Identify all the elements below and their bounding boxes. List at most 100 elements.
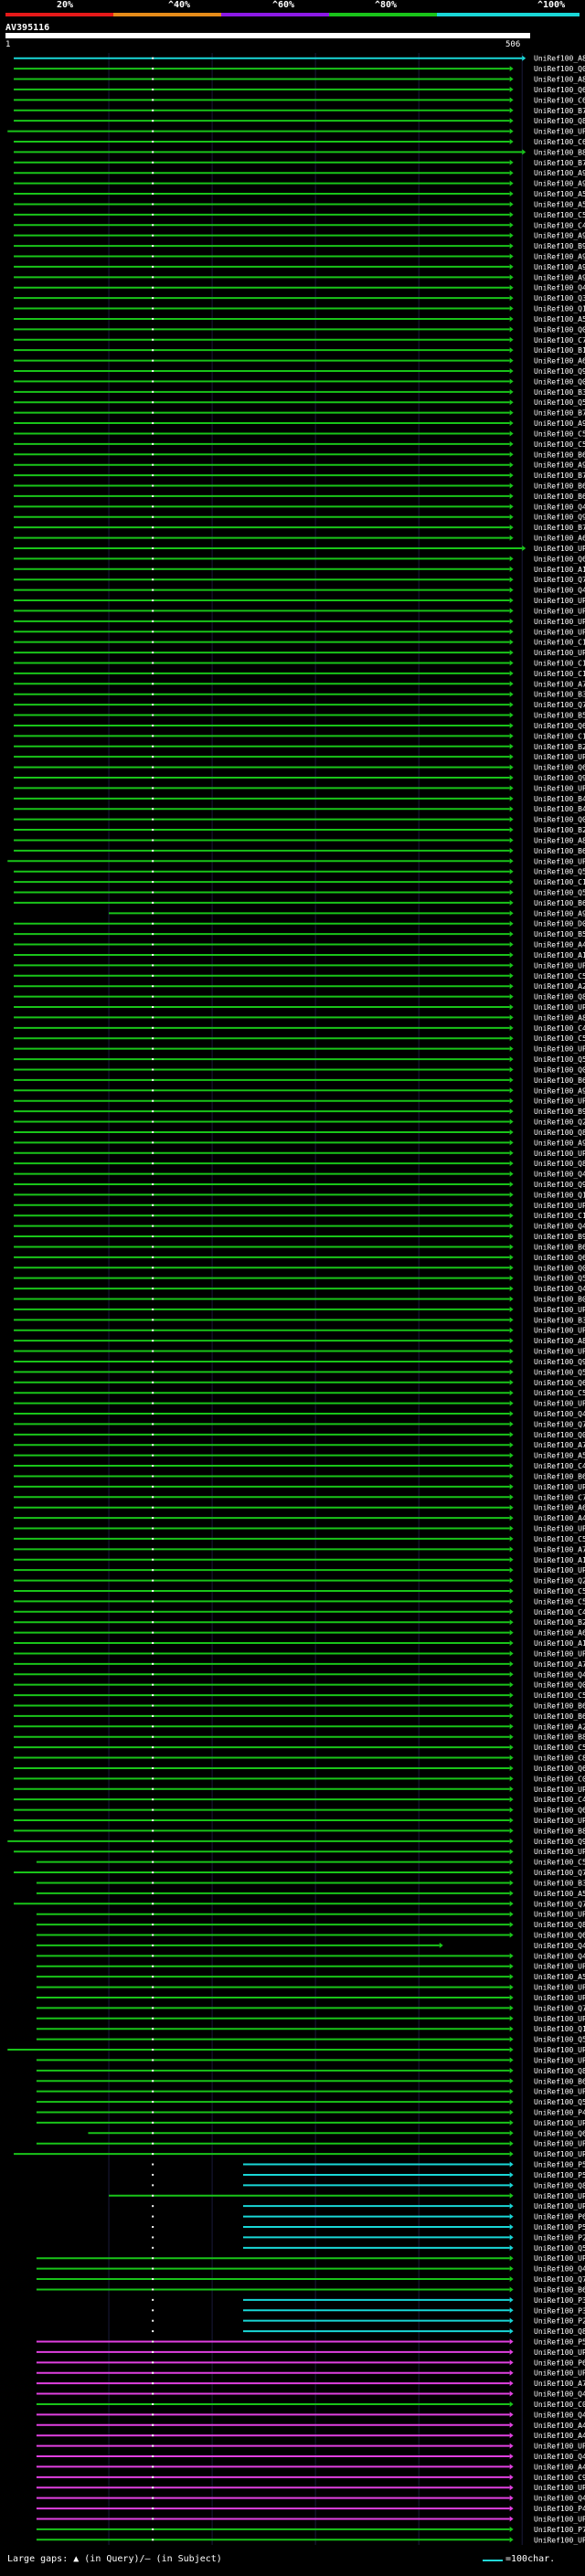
hit-label[interactable]: UniRef100_B6KD59: [534, 2285, 585, 2294]
hit-label[interactable]: UniRef100_Q5KIG4: [534, 1275, 585, 1283]
hit-label[interactable]: UniRef100_A9S9P0: [534, 1139, 585, 1147]
hit-label[interactable]: UniRef100_B6CTY4: [534, 1243, 585, 1251]
hit-label[interactable]: UniRef100_Q5BDK9: [534, 2036, 585, 2044]
hit-label[interactable]: UniRef100_C5JW65: [534, 1744, 585, 1752]
hit-label[interactable]: UniRef100_UP1000...: [534, 1202, 585, 1210]
hit-label[interactable]: UniRef100_Q9LJW5: [534, 514, 585, 522]
hit-label[interactable]: UniRef100_A6N9Z0: [534, 535, 585, 543]
hit-label[interactable]: UniRef100_UP1000...: [534, 1994, 585, 2002]
hit-label[interactable]: UniRef100_B7F573: [534, 409, 585, 418]
hit-label[interactable]: UniRef100_Q0PYQ1: [534, 1431, 585, 1439]
hit-label[interactable]: UniRef100_A9P8M2: [534, 169, 585, 177]
hit-label[interactable]: UniRef100_UP1000...: [534, 1306, 585, 1314]
hit-label[interactable]: UniRef100_A7TH55: [534, 1660, 585, 1669]
hit-label[interactable]: UniRef100_C8V9U8: [534, 1754, 585, 1763]
hit-label[interactable]: UniRef100_Q7RTT2: [534, 2004, 585, 2012]
hit-label[interactable]: UniRef100_UP1000...: [534, 2015, 585, 2023]
hit-label[interactable]: UniRef100_Q5BGN7: [534, 889, 585, 897]
hit-label[interactable]: UniRef100_UP1000...: [534, 618, 585, 626]
hit-label[interactable]: UniRef100_A4HWT3: [534, 2463, 585, 2471]
hit-label[interactable]: UniRef100_UP1000...: [534, 2254, 585, 2263]
hit-label[interactable]: UniRef100_Q6BHS8: [534, 1765, 585, 1773]
hit-label[interactable]: UniRef100_A5E4R0: [534, 1890, 585, 1898]
hit-label[interactable]: UniRef100_Q0KH21: [534, 65, 585, 73]
hit-label[interactable]: UniRef100_A8MVX4: [534, 55, 585, 63]
hit-label[interactable]: UniRef100_B7FGN8: [534, 107, 585, 115]
hit-label[interactable]: UniRef100_UP1000...: [534, 784, 585, 792]
hit-label[interactable]: UniRef100_Q5KF17: [534, 868, 585, 876]
hit-label[interactable]: UniRef100_A7RJZ5: [534, 680, 585, 688]
hit-label[interactable]: UniRef100_Q4D1T6: [534, 2453, 585, 2461]
hit-label[interactable]: UniRef100_Q96951: [534, 774, 585, 782]
hit-label[interactable]: UniRef100_A9YB10: [534, 232, 585, 240]
hit-label[interactable]: UniRef100_P22277: [534, 2233, 585, 2242]
hit-label[interactable]: UniRef100_B8LK12: [534, 148, 585, 156]
hit-label[interactable]: UniRef100_C4JZ64: [534, 1608, 585, 1617]
hit-label[interactable]: UniRef100_C5DK25: [534, 972, 585, 981]
hit-label[interactable]: UniRef100_Q6DFV8: [534, 722, 585, 730]
hit-label[interactable]: UniRef100_UP1000...: [534, 2192, 585, 2200]
hit-label[interactable]: UniRef100_Q8WYN9: [534, 1921, 585, 1929]
hit-label[interactable]: UniRef100_B6T7T6: [534, 2077, 585, 2085]
hit-label[interactable]: UniRef100_UP1000...: [534, 128, 585, 136]
hit-label[interactable]: UniRef100_Q2PAX4: [534, 1118, 585, 1127]
hit-label[interactable]: UniRef100_B6SIL9: [534, 451, 585, 459]
hit-label[interactable]: UniRef100_A6ZQ62: [534, 1504, 585, 1512]
hit-label[interactable]: UniRef100_C5ZIY6: [534, 440, 585, 449]
hit-label[interactable]: UniRef100_UP1000...: [534, 628, 585, 636]
hit-label[interactable]: UniRef100_UP1000...: [534, 1327, 585, 1335]
hit-label[interactable]: UniRef100_Q1RD88: [534, 305, 585, 313]
hit-label[interactable]: UniRef100_Q769J5: [534, 1420, 585, 1428]
hit-label[interactable]: UniRef100_C0P837: [534, 2401, 585, 2409]
hit-label[interactable]: UniRef100_Q4Q2I6: [534, 2495, 585, 2503]
hit-label[interactable]: UniRef100_B6HN33: [534, 1472, 585, 1480]
hit-label[interactable]: UniRef100_C1E561: [534, 639, 585, 647]
hit-label[interactable]: UniRef100_A8MXC8: [534, 76, 585, 84]
hit-label[interactable]: UniRef100_B5DF34: [534, 930, 585, 938]
hit-label[interactable]: UniRef100_C5S4F2: [534, 1691, 585, 1700]
hit-label[interactable]: UniRef100_A4IC54: [534, 2422, 585, 2430]
hit-label[interactable]: UniRef100_Q59963: [534, 2098, 585, 2106]
hit-label[interactable]: UniRef100_A5AGV0: [534, 200, 585, 208]
hit-label[interactable]: UniRef100_B6K037: [534, 899, 585, 907]
hit-label[interactable]: UniRef100_C5ZGN6: [534, 429, 585, 438]
hit-label[interactable]: UniRef100_Q7Q8D8: [534, 2275, 585, 2284]
hit-label[interactable]: UniRef100_A9S8F4: [534, 252, 585, 260]
hit-label[interactable]: UniRef100_C5DS98: [534, 1389, 585, 1397]
hit-label[interactable]: UniRef100_Q4C304: [534, 2411, 585, 2419]
hit-label[interactable]: UniRef100_A7TLM7: [534, 1441, 585, 1449]
hit-label[interactable]: UniRef100_UP1000...: [534, 1848, 585, 1856]
hit-label[interactable]: UniRef100_P79781: [534, 2526, 585, 2534]
hit-label[interactable]: UniRef100_Q4LAY7: [534, 1223, 585, 1231]
hit-label[interactable]: UniRef100_B6TSD5: [534, 482, 585, 491]
hit-label[interactable]: UniRef100_A2IA97: [534, 1723, 585, 1731]
hit-label[interactable]: UniRef100_Q7S0X3: [534, 701, 585, 709]
hit-label[interactable]: UniRef100_P31753: [534, 2306, 585, 2315]
hit-label[interactable]: UniRef100_A8NSV0: [534, 1013, 585, 1022]
hit-label[interactable]: UniRef100_Q3UDS1: [534, 294, 585, 302]
hit-label[interactable]: UniRef100_C1N3N9: [534, 670, 585, 678]
hit-label[interactable]: UniRef100_C5X8C2: [534, 211, 585, 219]
hit-label[interactable]: UniRef100_UP1000...: [534, 1984, 585, 1992]
hit-label[interactable]: UniRef100_UP1000...: [534, 1525, 585, 1533]
hit-label[interactable]: UniRef100_UP1000...: [534, 2515, 585, 2523]
hit-label[interactable]: UniRef100_UP1000...: [534, 1400, 585, 1408]
hit-label[interactable]: UniRef100_C7Z019: [534, 1493, 585, 1501]
hit-label[interactable]: UniRef100_B1P770: [534, 346, 585, 355]
hit-label[interactable]: UniRef100_Q9FWI9: [534, 1181, 585, 1189]
hit-label[interactable]: UniRef100_A4KTU7: [534, 2432, 585, 2440]
hit-label[interactable]: UniRef100_A5WXR3: [534, 1452, 585, 1460]
hit-label[interactable]: UniRef100_Q4JE77: [534, 2390, 585, 2399]
hit-label[interactable]: UniRef100_C1BMW8: [534, 878, 585, 886]
hit-label[interactable]: UniRef100_Q94109: [534, 1838, 585, 1846]
hit-label[interactable]: UniRef100_C4WU28: [534, 1796, 585, 1804]
hit-label[interactable]: UniRef100_Q5TGU1: [534, 398, 585, 407]
hit-label[interactable]: UniRef100_Q4LAZ0: [534, 1171, 585, 1179]
hit-label[interactable]: UniRef100_A8Q0D7: [534, 836, 585, 844]
hit-label[interactable]: UniRef100_B8C2T2: [534, 1827, 585, 1835]
hit-label[interactable]: UniRef100_UP1000...: [534, 2348, 585, 2357]
hit-label[interactable]: UniRef100_UP1000...: [534, 1097, 585, 1106]
hit-label[interactable]: UniRef100_Q6UC33: [534, 86, 585, 94]
hit-label[interactable]: UniRef100_Q4KTB4: [534, 587, 585, 595]
hit-label[interactable]: UniRef100_C5P9B7: [534, 1587, 585, 1595]
